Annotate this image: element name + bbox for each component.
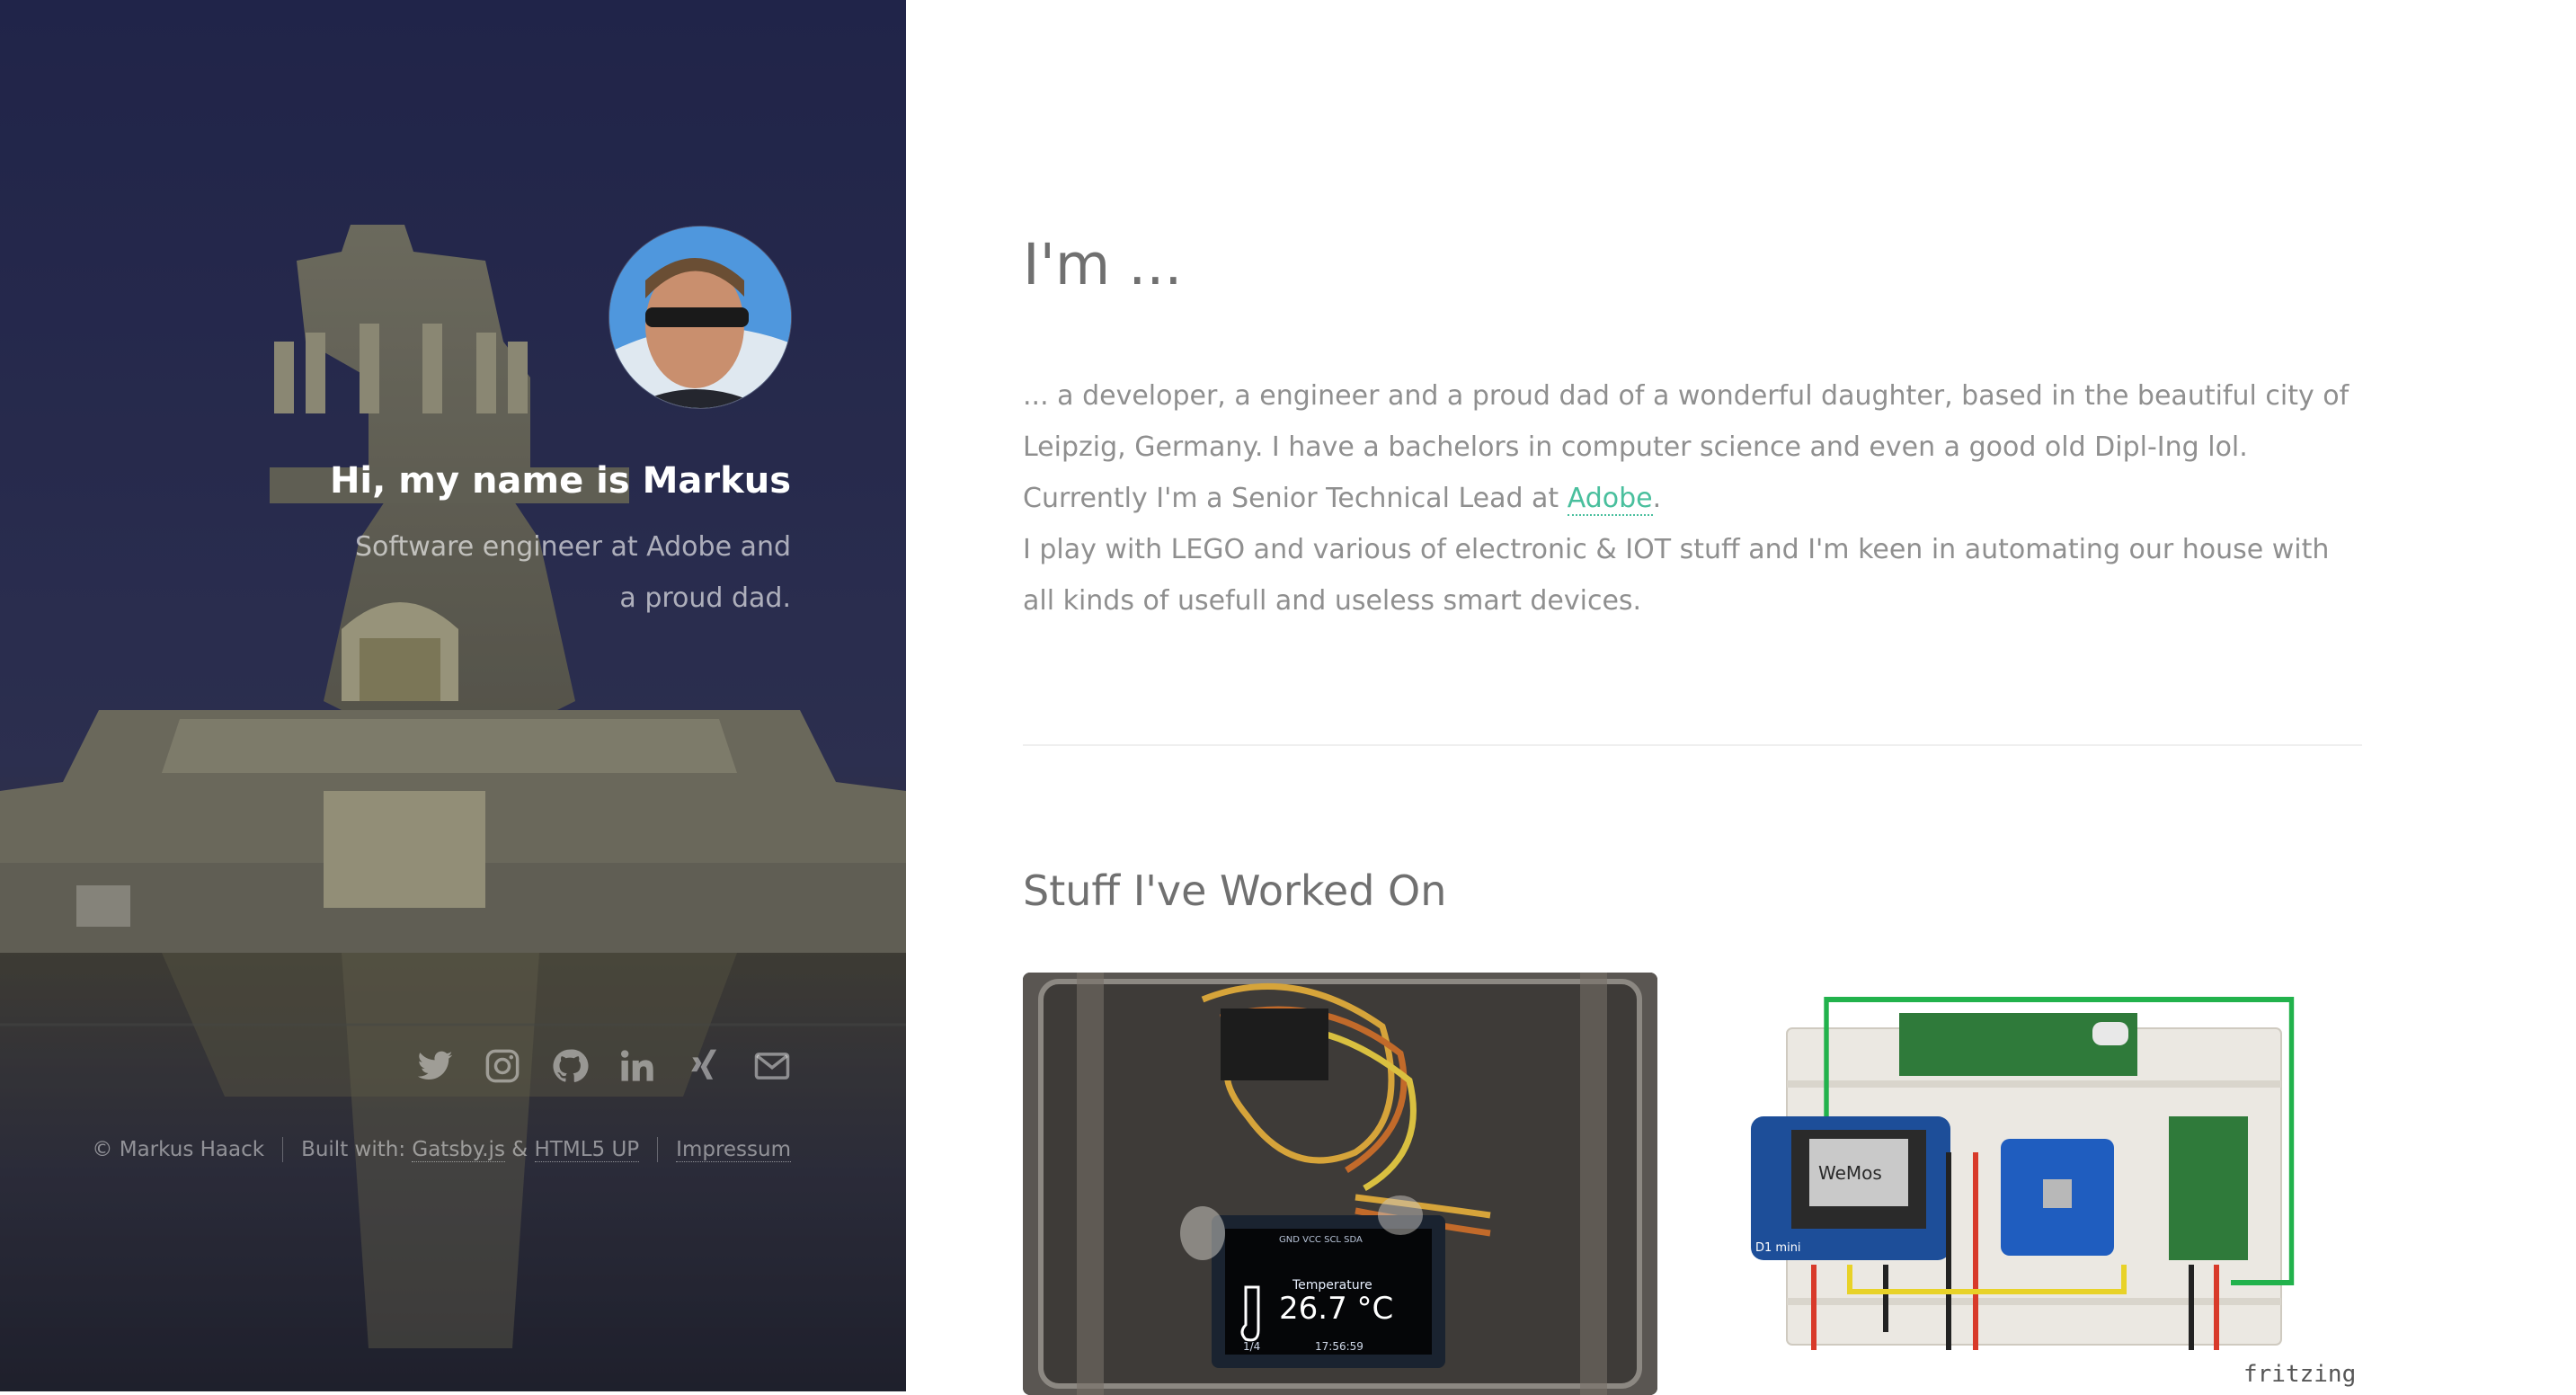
- footer: © Markus Haack Built with: Gatsby.js & H…: [92, 1137, 791, 1162]
- built-with-amp: &: [504, 1138, 535, 1161]
- adobe-link[interactable]: Adobe: [1567, 483, 1653, 516]
- about-heading: I'm ...: [1023, 232, 1183, 298]
- avatar: [609, 227, 791, 408]
- about-paragraph-1-text: ... a developer, a engineer and a proud …: [1023, 380, 2349, 514]
- copyright-text: © Markus Haack: [92, 1138, 265, 1161]
- linkedin-icon[interactable]: [618, 1047, 656, 1085]
- email-icon[interactable]: [753, 1047, 791, 1085]
- board-name: D1 mini: [1755, 1241, 1801, 1255]
- sidebar-header: Hi, my name is Markus Software engineer …: [0, 0, 906, 1391]
- about-paragraph-2: I play with LEGO and various of electron…: [1023, 534, 2330, 617]
- footer-separator: [657, 1137, 659, 1162]
- fritzing-label: fritzing: [2243, 1361, 2356, 1388]
- oled-value: 26.7 °C: [1279, 1291, 1393, 1327]
- html5up-link[interactable]: HTML5 UP: [534, 1138, 640, 1162]
- project-thumbnail-temperature[interactable]: Temperature 26.7 °C 1/4 17:56:59 GND VCC…: [1023, 973, 1657, 1395]
- tagline: Software engineer at Adobe and a proud d…: [355, 531, 791, 614]
- oled-page: 1/4: [1243, 1340, 1260, 1353]
- twitter-icon[interactable]: [416, 1047, 454, 1085]
- about-paragraph-1-end: .: [1652, 483, 1662, 514]
- oled-pins: GND VCC SCL SDA: [1279, 1235, 1363, 1245]
- about-text: ... a developer, a engineer and a proud …: [1023, 370, 2353, 626]
- footer-separator: [282, 1137, 284, 1162]
- github-icon[interactable]: [551, 1047, 589, 1085]
- background-photo: [0, 0, 906, 1391]
- project-thumbnail-fritzing[interactable]: WeMos D1 mini fritzing: [1724, 973, 2358, 1395]
- greeting-heading: Hi, my name is Markus: [329, 460, 791, 502]
- instagram-icon[interactable]: [484, 1047, 521, 1085]
- work-heading: Stuff I've Worked On: [1023, 866, 1447, 915]
- oled-time: 17:56:59: [1315, 1340, 1364, 1353]
- board-brand: WeMos: [1818, 1162, 1882, 1184]
- social-links: [416, 1047, 791, 1085]
- about-paragraph-1: ... a developer, a engineer and a proud …: [1023, 370, 2353, 524]
- section-divider: [1023, 744, 2362, 746]
- xing-icon[interactable]: [686, 1047, 724, 1085]
- built-with-text: Built with: Gatsby.js & HTML5 UP: [301, 1138, 640, 1162]
- gatsby-link[interactable]: Gatsby.js: [412, 1138, 505, 1162]
- impressum-link[interactable]: Impressum: [676, 1138, 791, 1162]
- built-with-prefix: Built with:: [301, 1138, 413, 1161]
